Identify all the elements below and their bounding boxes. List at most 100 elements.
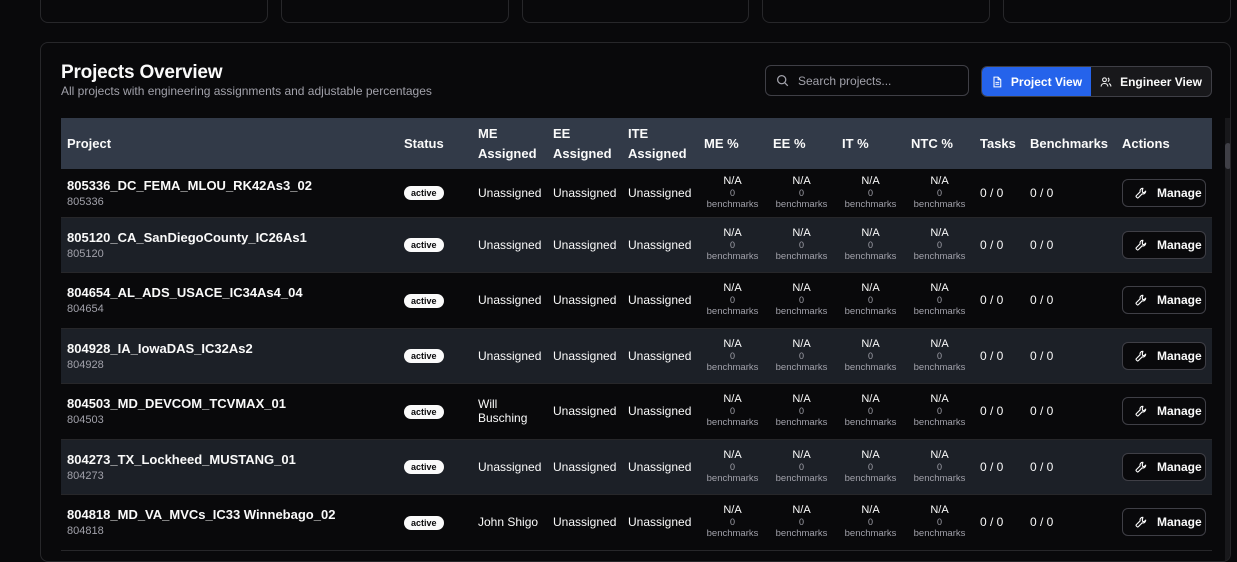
me-assigned-cell[interactable]: John Shigo	[472, 495, 547, 551]
ntc-pct-cell[interactable]: N/A 0 benchmarks	[905, 495, 974, 551]
ntc-pct-cell[interactable]: N/A 0 benchmarks	[905, 273, 974, 329]
me-assigned-cell[interactable]: Will Busching	[472, 384, 547, 440]
me-assigned-cell[interactable]: Unassigned	[472, 217, 547, 273]
me-pct-cell[interactable]: N/A 0 benchmarks	[698, 217, 767, 273]
ntc-pct-cell[interactable]: N/A 0 benchmarks	[905, 439, 974, 495]
scrollbar-thumb[interactable]	[1225, 143, 1230, 169]
ite-assigned-cell[interactable]: Unassigned	[622, 273, 698, 329]
project-cell[interactable]: 805120_CA_SanDiegoCounty_IC26As1 805120	[61, 217, 398, 273]
me-pct-cell[interactable]: N/A 0 benchmarks	[698, 169, 767, 217]
table-row[interactable]: 804928_IA_IowaDAS_IC32As2 804928 active …	[61, 328, 1212, 384]
table-row[interactable]: 805336_DC_FEMA_MLOU_RK42As3_02 805336 ac…	[61, 169, 1212, 217]
manage-button[interactable]: Manage	[1122, 341, 1206, 370]
it-pct-cell[interactable]: N/A 0 benchmarks	[836, 384, 905, 440]
col-ite-assigned[interactable]: ITE Assigned	[622, 118, 698, 169]
ite-assigned-cell[interactable]: Unassigned	[622, 384, 698, 440]
ee-pct-cell[interactable]: N/A 0 benchmarks	[767, 439, 836, 495]
ee-pct-cell[interactable]: N/A 0 benchmarks	[767, 217, 836, 273]
project-cell[interactable]: 804273_TX_Lockheed_MUSTANG_01 804273	[61, 439, 398, 495]
col-tasks[interactable]: Tasks	[974, 118, 1024, 169]
me-pct-cell[interactable]: N/A 0 benchmarks	[698, 439, 767, 495]
project-name[interactable]: 804273_TX_Lockheed_MUSTANG_01	[67, 452, 392, 468]
me-assigned-cell[interactable]: Unassigned	[472, 439, 547, 495]
table-row[interactable]: 804818_MD_VA_MVCs_IC33 Winnebago_02 8048…	[61, 495, 1212, 551]
manage-button[interactable]: Manage	[1122, 452, 1206, 481]
project-name[interactable]: 804654_AL_ADS_USACE_IC34As4_04	[67, 285, 392, 301]
project-cell[interactable]: 804928_IA_IowaDAS_IC32As2 804928	[61, 328, 398, 384]
pct-count: 0	[867, 517, 873, 528]
ee-assigned-cell[interactable]: Unassigned	[547, 328, 622, 384]
ee-pct-cell[interactable]: N/A 0 benchmarks	[767, 273, 836, 329]
pct-count: 0	[936, 406, 942, 417]
project-cell[interactable]: 804654_AL_ADS_USACE_IC34As4_04 804654	[61, 273, 398, 329]
col-me-assigned[interactable]: ME Assigned	[472, 118, 547, 169]
me-pct-cell[interactable]: N/A 0 benchmarks	[698, 384, 767, 440]
ite-assigned-cell[interactable]: Unassigned	[622, 169, 698, 217]
col-ee-pct[interactable]: EE %	[767, 118, 836, 169]
ee-assigned-cell[interactable]: Unassigned	[547, 169, 622, 217]
ntc-pct-cell[interactable]: N/A 0 benchmarks	[905, 384, 974, 440]
manage-button[interactable]: Manage	[1122, 397, 1206, 426]
it-pct-cell[interactable]: N/A 0 benchmarks	[836, 439, 905, 495]
me-pct-cell[interactable]: N/A 0 benchmarks	[698, 495, 767, 551]
project-view-button[interactable]: Project View	[982, 67, 1091, 96]
project-name[interactable]: 804503_MD_DEVCOM_TCVMAX_01	[67, 396, 392, 412]
table-row[interactable]: 805120_CA_SanDiegoCounty_IC26As1 805120 …	[61, 217, 1212, 273]
search-input[interactable]	[798, 73, 958, 88]
manage-button[interactable]: Manage	[1122, 286, 1206, 315]
me-pct-cell[interactable]: N/A 0 benchmarks	[698, 273, 767, 329]
ee-pct-cell[interactable]: N/A 0 benchmarks	[767, 169, 836, 217]
ee-assigned-cell[interactable]: Unassigned	[547, 217, 622, 273]
search-box[interactable]	[765, 65, 969, 96]
me-pct-cell[interactable]: N/A 0 benchmarks	[698, 328, 767, 384]
manage-button[interactable]: Manage	[1122, 508, 1206, 537]
project-name[interactable]: 805336_DC_FEMA_MLOU_RK42As3_02	[67, 178, 392, 194]
table-scrollbar[interactable]	[1225, 118, 1230, 561]
me-assigned-cell[interactable]: Unassigned	[472, 169, 547, 217]
col-ee-assigned[interactable]: EE Assigned	[547, 118, 622, 169]
it-pct-cell[interactable]: N/A 0 benchmarks	[836, 273, 905, 329]
project-cell[interactable]: 804503_MD_DEVCOM_TCVMAX_01 804503	[61, 384, 398, 440]
col-me-pct[interactable]: ME %	[698, 118, 767, 169]
ee-assigned-cell[interactable]: Unassigned	[547, 384, 622, 440]
it-pct-cell[interactable]: N/A 0 benchmarks	[836, 169, 905, 217]
it-pct-cell[interactable]: N/A 0 benchmarks	[836, 217, 905, 273]
ntc-pct-cell[interactable]: N/A 0 benchmarks	[905, 217, 974, 273]
ite-assigned-cell[interactable]: Unassigned	[622, 495, 698, 551]
ee-pct-cell[interactable]: N/A 0 benchmarks	[767, 384, 836, 440]
project-cell[interactable]: 805336_DC_FEMA_MLOU_RK42As3_02 805336	[61, 169, 398, 217]
ite-assigned-cell[interactable]: Unassigned	[622, 439, 698, 495]
ite-assigned-cell[interactable]: Unassigned	[622, 328, 698, 384]
me-assigned-cell[interactable]: Unassigned	[472, 273, 547, 329]
pct-value: N/A	[723, 504, 742, 517]
manage-button[interactable]: Manage	[1122, 230, 1206, 259]
table-row[interactable]: 804273_TX_Lockheed_MUSTANG_01 804273 act…	[61, 439, 1212, 495]
project-cell[interactable]: 804818_MD_VA_MVCs_IC33 Winnebago_02 8048…	[61, 495, 398, 551]
col-it-pct[interactable]: IT %	[836, 118, 905, 169]
col-benchmarks[interactable]: Benchmarks	[1024, 118, 1116, 169]
me-assigned-cell[interactable]: Unassigned	[472, 328, 547, 384]
project-name[interactable]: 805120_CA_SanDiegoCounty_IC26As1	[67, 230, 392, 246]
ee-pct-cell[interactable]: N/A 0 benchmarks	[767, 495, 836, 551]
ntc-pct-cell[interactable]: N/A 0 benchmarks	[905, 169, 974, 217]
ee-pct-cell[interactable]: N/A 0 benchmarks	[767, 328, 836, 384]
table-row[interactable]: 804654_AL_ADS_USACE_IC34As4_04 804654 ac…	[61, 273, 1212, 329]
ee-assigned-cell[interactable]: Unassigned	[547, 495, 622, 551]
table-row[interactable]: 804503_MD_DEVCOM_TCVMAX_01 804503 active…	[61, 384, 1212, 440]
col-ntc-pct[interactable]: NTC %	[905, 118, 974, 169]
ite-assigned-cell[interactable]: Unassigned	[622, 217, 698, 273]
project-name[interactable]: 804818_MD_VA_MVCs_IC33 Winnebago_02	[67, 507, 392, 523]
manage-label: Manage	[1157, 237, 1202, 252]
projects-table-container[interactable]: Project Status ME Assigned EE Assigned I…	[61, 118, 1212, 561]
col-project[interactable]: Project	[61, 118, 398, 169]
col-status[interactable]: Status	[398, 118, 472, 169]
ntc-pct-cell[interactable]: N/A 0 benchmarks	[905, 328, 974, 384]
ee-assigned-cell[interactable]: Unassigned	[547, 439, 622, 495]
manage-button[interactable]: Manage	[1122, 178, 1206, 207]
status-badge: active	[404, 460, 444, 475]
ee-assigned-cell[interactable]: Unassigned	[547, 273, 622, 329]
project-name[interactable]: 804928_IA_IowaDAS_IC32As2	[67, 341, 392, 357]
engineer-view-button[interactable]: Engineer View	[1091, 67, 1211, 96]
it-pct-cell[interactable]: N/A 0 benchmarks	[836, 495, 905, 551]
it-pct-cell[interactable]: N/A 0 benchmarks	[836, 328, 905, 384]
